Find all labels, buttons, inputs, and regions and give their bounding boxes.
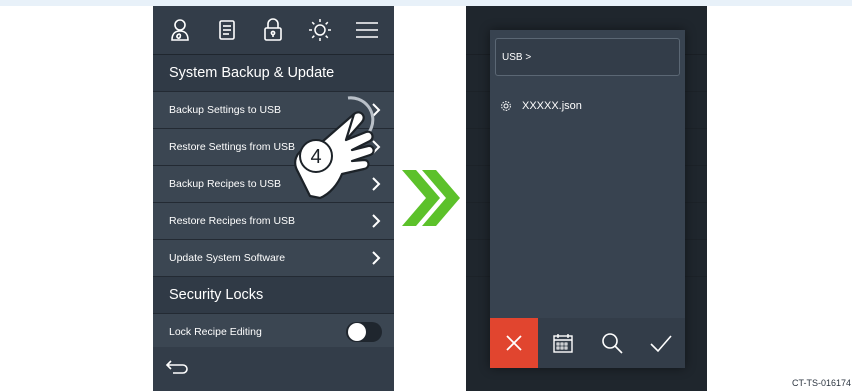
brightness-icon[interactable]: [306, 16, 334, 44]
calendar-icon: [552, 334, 573, 353]
chevron-right-icon: [372, 214, 382, 228]
document-icon[interactable]: [213, 16, 241, 44]
update-software-row[interactable]: Update System Software: [153, 240, 394, 277]
file-browser-screen: USB > XXXXX.json: [466, 6, 707, 391]
menu-item-label: Restore Recipes from USB: [169, 215, 296, 227]
menu-icon[interactable]: [353, 16, 381, 44]
cancel-button[interactable]: [490, 318, 538, 368]
user-icon[interactable]: [166, 16, 194, 44]
confirm-button[interactable]: [636, 318, 685, 368]
check-icon: [649, 335, 672, 353]
lock-recipe-toggle[interactable]: [346, 322, 382, 342]
next-step-arrow-icon: [402, 170, 460, 226]
restore-recipes-row[interactable]: Restore Recipes from USB: [153, 203, 394, 240]
menu-item-label: Update System Software: [169, 252, 286, 264]
top-toolbar: [153, 6, 394, 55]
cancel-icon: [506, 335, 522, 351]
search-button[interactable]: [587, 318, 636, 368]
dialog-action-bar: [490, 318, 685, 368]
back-icon[interactable]: [165, 358, 189, 381]
usb-path-field[interactable]: USB >: [495, 38, 680, 76]
file-name: XXXXX.json: [522, 100, 582, 112]
section-heading-security: Security Locks: [153, 277, 394, 314]
bottom-bar: [153, 347, 394, 391]
lock-recipe-label: Lock Recipe Editing: [169, 326, 262, 338]
gear-icon: [501, 101, 511, 111]
chevron-right-icon: [372, 251, 382, 265]
lock-recipe-row: Lock Recipe Editing: [153, 314, 394, 351]
toggle-knob: [348, 323, 366, 341]
top-band: [0, 0, 852, 6]
step-number: 4: [310, 146, 321, 168]
search-icon: [601, 333, 623, 354]
calendar-button[interactable]: [538, 318, 587, 368]
tap-hand-illustration: 4: [294, 96, 375, 200]
usb-file-dialog: USB > XXXXX.json: [490, 30, 685, 368]
file-list-item[interactable]: XXXXX.json: [500, 100, 582, 112]
section-heading-backup: System Backup & Update: [153, 55, 394, 92]
lock-icon[interactable]: [259, 16, 287, 44]
figure-caption: CT-TS-016174: [792, 378, 852, 388]
